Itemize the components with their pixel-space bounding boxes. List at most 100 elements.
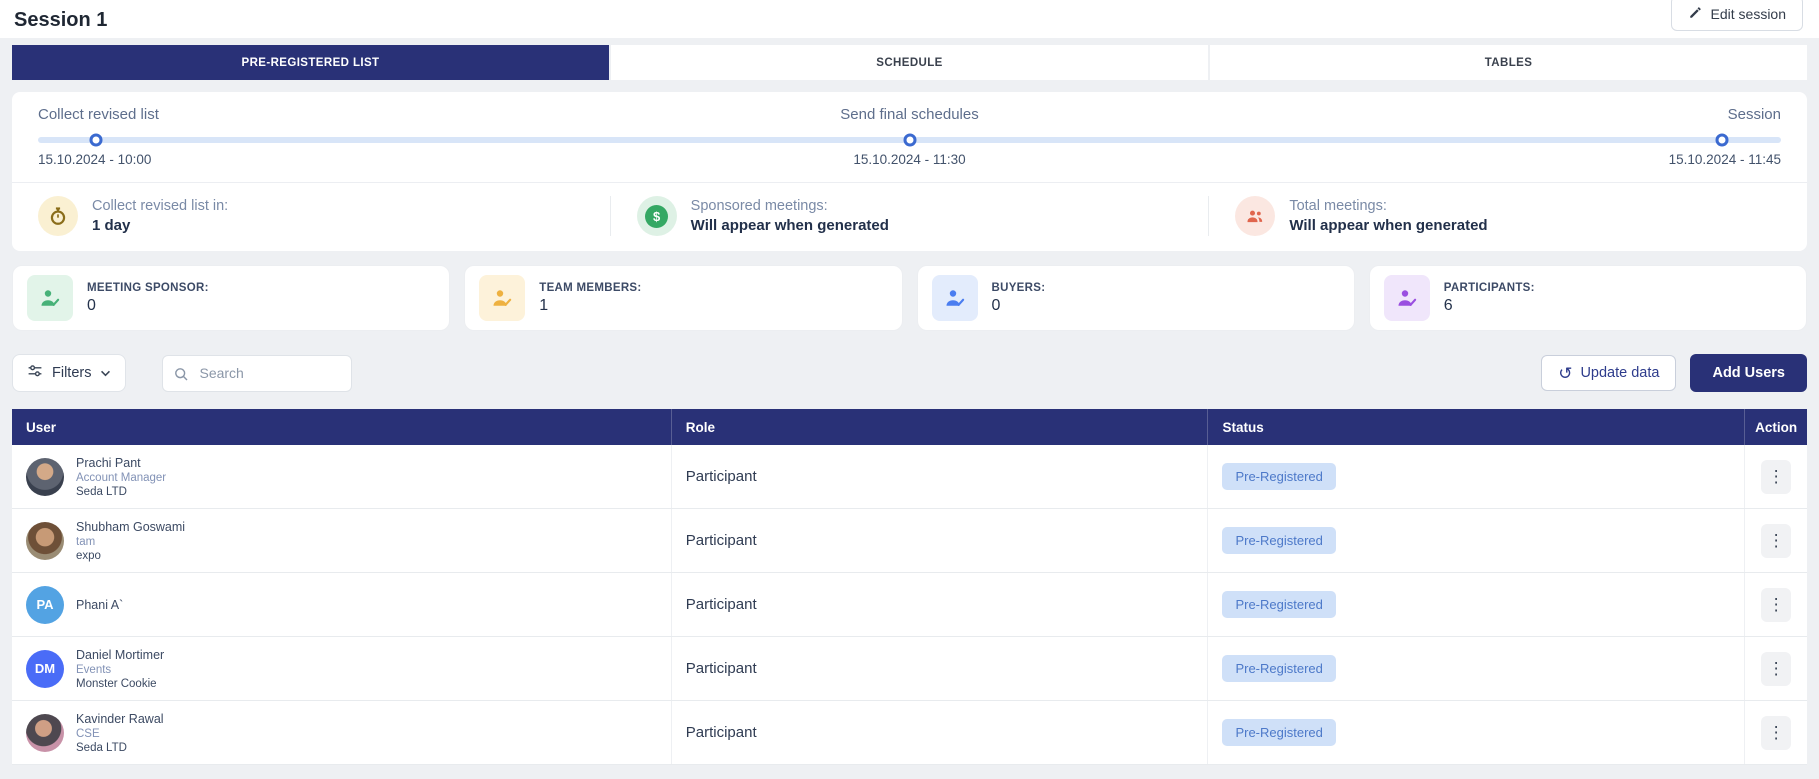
user-company: Seda LTD — [76, 486, 166, 498]
user-title: tam — [76, 536, 185, 548]
edit-session-label: Edit session — [1711, 6, 1786, 22]
kebab-icon: ⋮ — [1768, 659, 1785, 678]
timeline-marker — [89, 134, 102, 147]
row-actions-button[interactable]: ⋮ — [1761, 652, 1791, 686]
info-label: Sponsored meetings: — [691, 198, 889, 214]
user-name: Daniel Mortimer — [76, 648, 164, 662]
refresh-icon: ↺ — [1558, 365, 1572, 382]
status-badge: Pre-Registered — [1222, 527, 1335, 554]
status-badge: Pre-Registered — [1222, 719, 1335, 746]
filters-button[interactable]: Filters — [12, 354, 126, 392]
stat-participants: PARTICIPANTS: 6 — [1369, 265, 1807, 331]
tab-pre-registered-list[interactable]: PRE-REGISTERED LIST — [12, 45, 609, 80]
status-badge: Pre-Registered — [1222, 591, 1335, 618]
avatar — [26, 458, 64, 496]
stat-value: 6 — [1444, 297, 1535, 315]
person-check-icon — [479, 275, 525, 321]
milestone-date: 15.10.2024 - 11:30 — [853, 152, 965, 167]
timeline-marker — [903, 134, 916, 147]
pencil-icon — [1688, 5, 1703, 23]
session-timeline-card: Collect revised list Send final schedule… — [12, 92, 1807, 251]
avatar — [26, 522, 64, 560]
dollar-icon: $ — [637, 196, 677, 236]
status-badge: Pre-Registered — [1222, 655, 1335, 682]
stat-buyers: BUYERS: 0 — [917, 265, 1355, 331]
update-data-label: Update data — [1580, 365, 1659, 381]
tab-bar: PRE-REGISTERED LIST SCHEDULE TABLES — [0, 45, 1819, 80]
row-actions-button[interactable]: ⋮ — [1761, 460, 1791, 494]
user-cell: PA Phani A` — [12, 573, 671, 636]
stat-label: BUYERS: — [992, 282, 1046, 294]
info-collect-revised-list: Collect revised list in: 1 day — [12, 196, 610, 236]
table-header: User Role Status Action — [12, 409, 1807, 445]
role-value: Participant — [686, 596, 757, 613]
row-actions-button[interactable]: ⋮ — [1761, 588, 1791, 622]
status-badge: Pre-Registered — [1222, 463, 1335, 490]
stat-value: 0 — [992, 297, 1046, 315]
info-label: Total meetings: — [1289, 198, 1487, 214]
row-actions-button[interactable]: ⋮ — [1761, 716, 1791, 750]
user-cell: Shubham Goswami tam expo — [12, 509, 671, 572]
milestone-date: 15.10.2024 - 10:00 — [38, 152, 151, 167]
kebab-icon: ⋮ — [1768, 723, 1785, 742]
user-cell: Kavinder Rawal CSE Seda LTD — [12, 701, 671, 764]
user-name: Shubham Goswami — [76, 520, 185, 534]
milestone-label: Collect revised list — [38, 106, 159, 123]
user-company: expo — [76, 550, 185, 562]
tab-tables[interactable]: TABLES — [1210, 45, 1807, 80]
table-row: Kavinder Rawal CSE Seda LTD Participant … — [12, 701, 1807, 765]
session-info-strip: Collect revised list in: 1 day $ Sponsor… — [12, 182, 1807, 251]
stat-value: 0 — [87, 297, 209, 315]
tab-label: PRE-REGISTERED LIST — [242, 57, 380, 69]
dollar-glyph: $ — [645, 205, 668, 228]
users-table: User Role Status Action Prachi Pant Acco… — [12, 409, 1807, 765]
column-header-user: User — [12, 420, 671, 435]
table-row: PA Phani A` Participant Pre-Registered ⋮ — [12, 573, 1807, 637]
user-name: Phani A` — [76, 598, 123, 612]
row-actions-button[interactable]: ⋮ — [1761, 524, 1791, 558]
stat-value: 1 — [539, 297, 641, 315]
user-name: Kavinder Rawal — [76, 712, 164, 726]
stat-label: PARTICIPANTS: — [1444, 282, 1535, 294]
user-cell: Prachi Pant Account Manager Seda LTD — [12, 445, 671, 508]
stats-row: MEETING SPONSOR: 0 TEAM MEMBERS: 1 BUYER… — [12, 265, 1807, 331]
column-header-status: Status — [1207, 409, 1744, 445]
info-value: Will appear when generated — [1289, 217, 1487, 234]
chevron-down-icon — [100, 365, 111, 381]
table-row: Shubham Goswami tam expo Participant Pre… — [12, 509, 1807, 573]
milestone-label: Send final schedules — [840, 106, 978, 123]
person-check-icon — [27, 275, 73, 321]
stat-meeting-sponsor: MEETING SPONSOR: 0 — [12, 265, 450, 331]
avatar-initials: DM — [26, 650, 64, 688]
table-row: Prachi Pant Account Manager Seda LTD Par… — [12, 445, 1807, 509]
stat-team-members: TEAM MEMBERS: 1 — [464, 265, 902, 331]
timeline-marker — [1715, 134, 1728, 147]
user-title: Account Manager — [76, 472, 166, 484]
search-field — [162, 355, 352, 392]
person-check-icon — [1384, 275, 1430, 321]
table-toolbar: Filters ↺ Update data Add Users — [12, 354, 1807, 392]
role-value: Participant — [686, 532, 757, 549]
avatar-initials: PA — [26, 586, 64, 624]
people-icon — [1235, 196, 1275, 236]
tab-schedule[interactable]: SCHEDULE — [611, 45, 1208, 80]
add-users-button[interactable]: Add Users — [1690, 354, 1807, 392]
timeline-track — [38, 137, 1781, 143]
sliders-icon — [27, 363, 43, 383]
header-bar: Session 1 Edit session — [0, 0, 1819, 38]
search-input[interactable] — [162, 355, 352, 392]
user-title: Events — [76, 664, 164, 676]
role-value: Participant — [686, 468, 757, 485]
stat-label: MEETING SPONSOR: — [87, 282, 209, 294]
edit-session-button[interactable]: Edit session — [1671, 0, 1803, 31]
tab-label: SCHEDULE — [876, 57, 942, 69]
filters-label: Filters — [52, 365, 91, 381]
milestone-label: Session — [1728, 106, 1781, 123]
column-header-role: Role — [671, 409, 1208, 445]
role-value: Participant — [686, 660, 757, 677]
info-value: Will appear when generated — [691, 217, 889, 234]
user-company: Monster Cookie — [76, 678, 164, 690]
user-cell: DM Daniel Mortimer Events Monster Cookie — [12, 637, 671, 700]
update-data-button[interactable]: ↺ Update data — [1541, 355, 1676, 391]
page-title: Session 1 — [14, 9, 1803, 32]
